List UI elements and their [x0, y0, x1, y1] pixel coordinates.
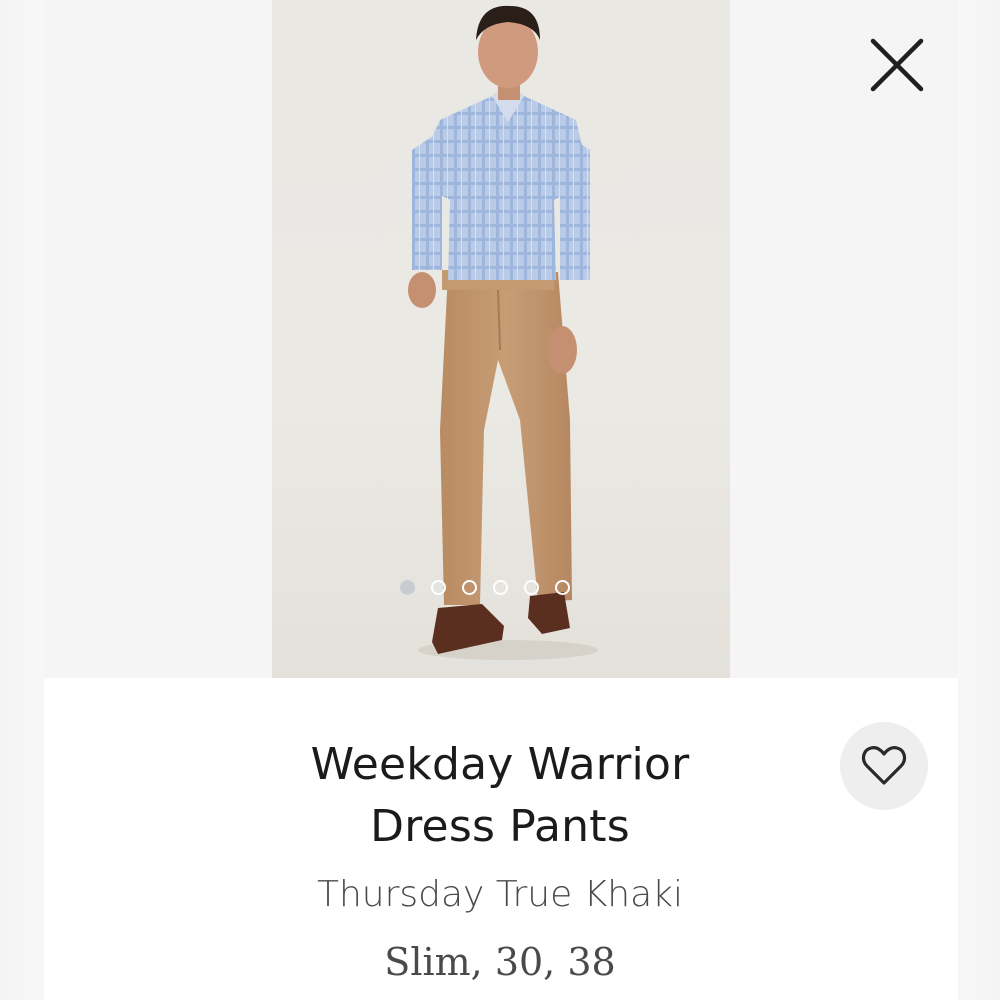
product-variant: Slim, 30, 38	[384, 940, 616, 984]
close-icon	[870, 38, 924, 92]
close-button[interactable]	[868, 36, 926, 94]
carousel-dot[interactable]	[493, 580, 508, 595]
carousel-dot[interactable]	[462, 580, 477, 595]
carousel-dot[interactable]	[555, 580, 570, 595]
favorite-button[interactable]	[840, 722, 928, 810]
carousel-dot[interactable]	[400, 580, 415, 595]
product-color-name: Thursday True Khaki	[316, 874, 684, 915]
image-band	[44, 0, 958, 678]
carousel-dot[interactable]	[431, 580, 446, 595]
heart-outline-icon	[861, 746, 907, 785]
product-quick-view: Weekday Warrior Dress Pants Thursday Tru…	[0, 0, 1000, 1000]
carousel-indicator	[400, 580, 570, 595]
model-illustration	[408, 5, 598, 660]
product-title-line-2: Dress Pants	[370, 801, 630, 852]
carousel-dot[interactable]	[524, 580, 539, 595]
product-photo[interactable]	[272, 0, 730, 678]
